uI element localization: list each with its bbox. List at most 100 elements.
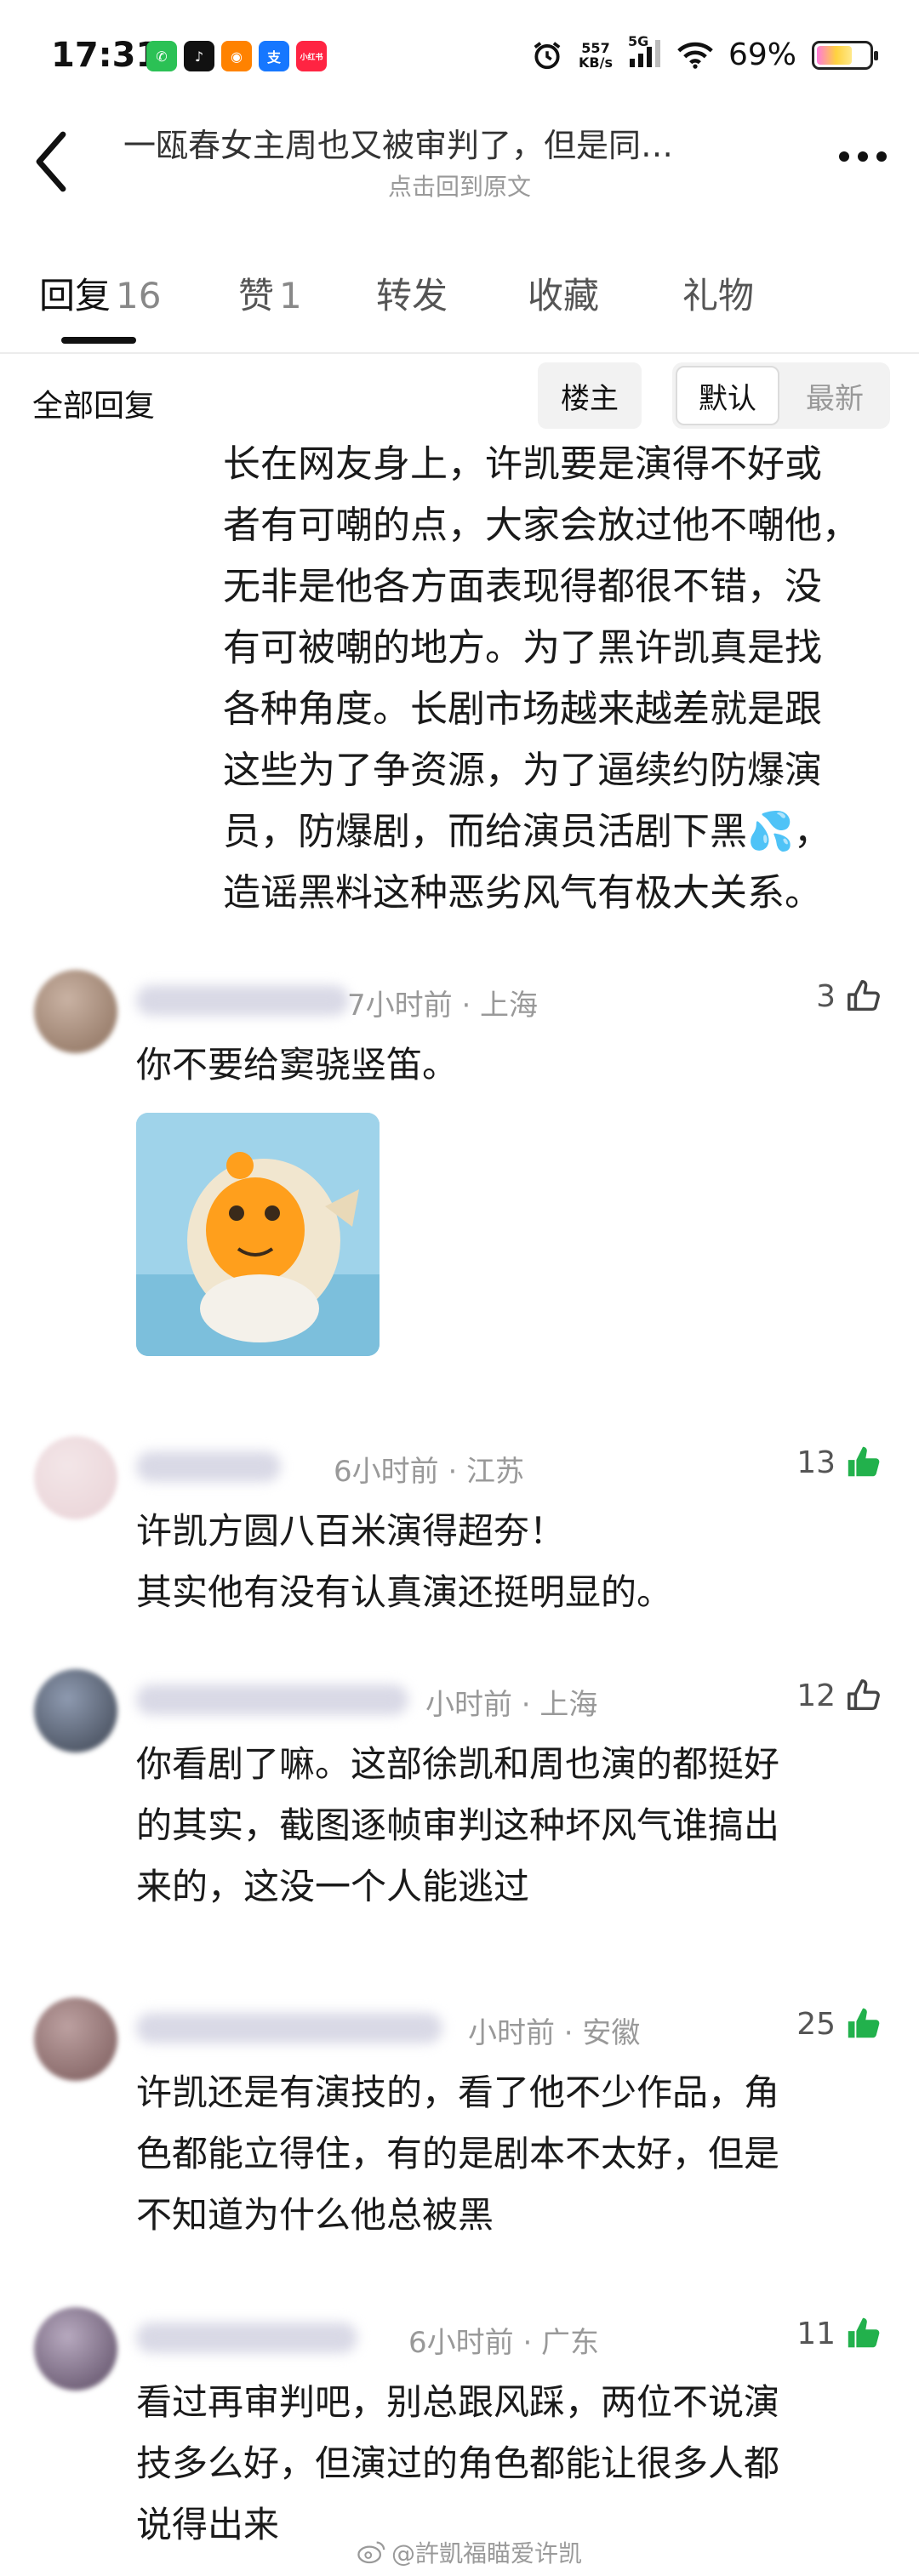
wechat-icon: ✆	[146, 41, 177, 71]
active-tab-indicator	[61, 337, 136, 344]
tab-label: 赞	[238, 275, 275, 316]
thumbs-up-filled-icon	[848, 2008, 880, 2038]
post-body: 长在网友身上，许凯要是演得不好或 者有可嘲的点，大家会放过他不嘲他， 无非是他各方面…	[223, 434, 895, 924]
thumbs-up-filled-icon	[848, 1446, 880, 1477]
watermark: @許凱福瞄爱许凯	[357, 2535, 582, 2569]
tab-reposts[interactable]: 转发	[376, 267, 448, 319]
username-blurred[interactable]	[136, 1684, 408, 1715]
comment-line: 色都能立得住，有的是剧本不太好，但是	[136, 2133, 780, 2174]
post-line: 长在网友身上，许凯要是演得不好或	[223, 442, 822, 486]
status-time: 17:31	[51, 36, 160, 75]
page-title[interactable]: 一瓯春女主周也又被审判了，但是同…	[123, 119, 779, 166]
signal-indicator: 5G	[628, 33, 662, 72]
like-button[interactable]: 13	[796, 1443, 883, 1482]
sort-default-button[interactable]: 默认	[676, 366, 779, 425]
thumbs-up-icon	[848, 980, 880, 1012]
notification-icons: ✆ ♪ ◉ 支小红书	[146, 41, 327, 71]
comment-text: 你看剧了嘛。这部徐凯和周也演的都挺好 的其实，截图逐帧审判这种坏风气谁搞出 来的，这…	[136, 1734, 885, 1918]
thumbs-up-filled-icon	[848, 2317, 880, 2348]
like-button[interactable]: 3	[816, 977, 883, 1016]
like-count: 3	[816, 978, 836, 1014]
net-speed-value: 557	[581, 39, 610, 56]
comment-meta: 小时前 · 安徽	[468, 2016, 641, 2050]
like-count: 13	[796, 1445, 836, 1480]
like-count: 12	[796, 1678, 836, 1713]
post-line: 无非是他各方面表现得都很不错，没	[223, 565, 822, 608]
tab-count: 1	[279, 275, 302, 316]
alipay-icon: 支	[259, 41, 289, 71]
battery-percent: 69%	[728, 37, 796, 72]
avatar[interactable]	[34, 1998, 117, 2081]
post-line: 有可被嘲的地方。为了黑许凯真是找	[223, 626, 822, 670]
username-blurred[interactable]	[136, 2013, 442, 2043]
comment-line: 你不要给窦骁竖笛。	[136, 1044, 459, 1086]
comment-text: 看过再审判吧，别总跟风踩，两位不说演 技多么好，但演过的角色都能让很多人都 说得出来	[136, 2372, 885, 2556]
sort-toggle: 默认 最新	[672, 362, 890, 429]
comment-line: 其实他有没有认真演还挺明显的。	[136, 1571, 673, 1613]
comment-line: 不知道为什么他总被黑	[136, 2194, 494, 2236]
tab-bar: 回复 16 赞1 转发 收藏 礼物	[0, 255, 919, 349]
comment-line: 来的，这没一个人能逃过	[136, 1866, 530, 1907]
weibo-icon: ◉	[221, 41, 252, 71]
post-line: 造谣黑料这种恶劣风气有极大关系。	[223, 871, 822, 915]
avatar[interactable]	[34, 1436, 117, 1519]
comment-meta: 7小时前 · 上海	[347, 989, 539, 1023]
comment-line: 的其实，截图逐帧审判这种坏风气谁搞出	[136, 1804, 780, 1846]
like-button[interactable]: 25	[796, 2004, 883, 2043]
tab-label: 回复	[39, 275, 111, 316]
comment-text: 许凯还是有演技的，看了他不少作品，角 色都能立得住，有的是剧本不太好，但是 不知道为…	[136, 2062, 885, 2246]
status-indicators: 557 KB/s 5G 69%	[531, 33, 878, 72]
username-blurred[interactable]	[136, 985, 349, 1016]
username-blurred[interactable]	[136, 1451, 281, 1482]
battery-fill	[817, 45, 853, 65]
thumbs-up-icon	[848, 1679, 880, 1711]
back-to-original-link[interactable]: 点击回到原文	[0, 168, 919, 202]
divider	[0, 352, 919, 354]
page-header: 一瓯春女主周也又被审判了，但是同… 点击回到原文	[0, 111, 919, 213]
username-blurred[interactable]	[136, 2322, 357, 2353]
avatar[interactable]	[34, 1669, 117, 1752]
fish-cartoon-sticker	[136, 1113, 380, 1356]
comment-line: 许凯方圆八百米演得超夯！	[136, 1510, 566, 1552]
tab-label: 礼物	[682, 275, 755, 316]
post-line: 员，防爆剧，而给演员活剧下黑💦，	[223, 810, 831, 853]
post-line: 这些为了争资源，为了逼续约防爆演	[223, 749, 822, 792]
comment-text: 许凯方圆八百米演得超夯！ 其实他有没有认真演还挺明显的。	[136, 1501, 885, 1623]
comment-line: 技多么好，但演过的角色都能让很多人都	[136, 2442, 780, 2484]
like-count: 11	[796, 2316, 836, 2351]
tab-count: 16	[116, 275, 162, 316]
post-line: 者有可嘲的点，大家会放过他不嘲他，	[223, 504, 859, 547]
owner-only-button[interactable]: 楼主	[538, 362, 642, 429]
tab-favorites[interactable]: 收藏	[528, 267, 599, 319]
comment-line: 看过再审判吧，别总跟风踩，两位不说演	[136, 2381, 780, 2423]
tab-likes[interactable]: 赞1	[238, 267, 302, 319]
net-speed-unit: KB/s	[579, 54, 613, 71]
avatar[interactable]	[34, 2307, 117, 2391]
sticker-image[interactable]	[136, 1113, 380, 1356]
like-button[interactable]: 11	[796, 2314, 883, 2353]
tab-gifts[interactable]: 礼物	[682, 267, 754, 319]
comment-line: 你看剧了嘛。这部徐凯和周也演的都挺好	[136, 1743, 780, 1785]
xiaohongshu-icon: 小红书	[296, 41, 327, 71]
signal-label: 5G	[627, 32, 649, 49]
sort-latest-button[interactable]: 最新	[783, 366, 887, 425]
net-speed: 557 KB/s	[579, 41, 613, 70]
watermark-text: @許凱福瞄爱许凯	[391, 2539, 583, 2567]
post-line: 各种角度。长剧市场越来越差就是跟	[223, 687, 822, 731]
status-bar: 17:31 ✆ ♪ ◉ 支小红书 557 KB/s 5G 69%	[0, 0, 919, 119]
avatar[interactable]	[34, 970, 117, 1053]
tiktok-icon: ♪	[184, 41, 214, 71]
all-replies-label: 全部回复	[32, 389, 156, 424]
tab-label: 收藏	[528, 275, 600, 316]
comment-meta: 6小时前 · 江苏	[334, 1455, 525, 1489]
battery-icon	[812, 40, 878, 70]
like-button[interactable]: 12	[796, 1676, 883, 1715]
comment-text: 你不要给窦骁竖笛。	[136, 1034, 885, 1096]
tab-replies[interactable]: 回复 16	[39, 267, 161, 319]
filter-row: 全部回复 楼主 默认 最新	[0, 357, 919, 439]
tab-label: 转发	[376, 275, 448, 316]
like-count: 25	[796, 2006, 836, 2042]
comment-meta: 6小时前 · 广东	[408, 2326, 600, 2360]
more-options-icon[interactable]	[839, 151, 887, 162]
comment-meta: 小时前 · 上海	[425, 1688, 598, 1722]
